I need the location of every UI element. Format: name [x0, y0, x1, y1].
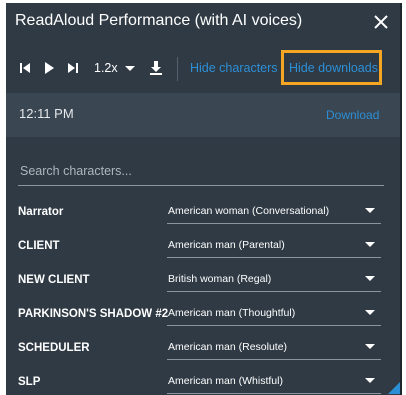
voice-select[interactable]: American woman (Conversational) — [167, 198, 381, 224]
close-icon[interactable] — [369, 10, 393, 34]
download-time: 12:11 PM — [19, 106, 74, 121]
chevron-down-icon — [365, 378, 375, 383]
play-icon[interactable] — [41, 60, 57, 76]
search-input[interactable] — [18, 158, 388, 184]
window-title: ReadAloud Performance (with AI voices) — [15, 12, 303, 29]
character-name: SLP — [18, 376, 41, 388]
chevron-down-icon — [365, 344, 375, 349]
voice-select[interactable]: American man (Parental) — [167, 232, 381, 258]
character-row: Narrator American woman (Conversational) — [6, 198, 400, 228]
character-name: PARKINSON'S SHADOW #2 — [18, 308, 169, 320]
skip-forward-icon[interactable] — [65, 60, 81, 76]
speed-select[interactable]: 1.2x — [94, 61, 118, 75]
character-name: CLIENT — [18, 240, 60, 252]
voice-select[interactable]: American man (Resolute) — [167, 334, 381, 360]
voice-select-value: American man (Resolute) — [168, 341, 288, 353]
chevron-down-icon — [365, 242, 375, 247]
character-row: NEW CLIENT British woman (Regal) — [6, 266, 400, 296]
skip-back-icon[interactable] — [17, 60, 33, 76]
voice-select-value: American woman (Conversational) — [168, 205, 330, 217]
download-row: 12:11 PM Download — [6, 93, 400, 137]
readaloud-panel: ReadAloud Performance (with AI voices) 1… — [6, 3, 402, 395]
voice-select[interactable]: American man (Thoughtful) — [167, 300, 381, 326]
toolbar-divider — [177, 57, 178, 81]
voice-select-value: American man (Parental) — [168, 239, 285, 251]
resize-handle[interactable] — [388, 380, 400, 394]
search-characters — [18, 158, 388, 186]
character-row: SCHEDULER American man (Resolute) — [6, 334, 400, 364]
chevron-down-icon — [365, 276, 375, 281]
player-toolbar: 1.2x Hide characters Hide downloads — [6, 47, 400, 91]
character-name: Narrator — [18, 206, 64, 218]
title-bar: ReadAloud Performance (with AI voices) — [6, 3, 400, 41]
hide-downloads-link[interactable]: Hide downloads — [289, 61, 378, 75]
download-icon[interactable] — [148, 60, 164, 76]
chevron-down-icon[interactable] — [125, 66, 135, 71]
character-row: CLIENT American man (Parental) — [6, 232, 400, 262]
chevron-down-icon — [365, 208, 375, 213]
character-row: PARKINSON'S SHADOW #2 American man (Thou… — [6, 300, 400, 330]
character-row: SLP American man (Whistful) — [6, 368, 400, 395]
voice-select-value: American man (Thoughtful) — [168, 307, 296, 319]
hide-characters-link[interactable]: Hide characters — [190, 61, 278, 75]
download-link[interactable]: Download — [326, 108, 379, 122]
voice-select[interactable]: American man (Whistful) — [167, 368, 381, 394]
character-name: SCHEDULER — [18, 342, 90, 354]
voice-select-value: American man (Whistful) — [168, 375, 283, 387]
voice-select-value: British woman (Regal) — [168, 273, 272, 285]
voice-select[interactable]: British woman (Regal) — [167, 266, 381, 292]
character-name: NEW CLIENT — [18, 274, 90, 286]
chevron-down-icon — [365, 310, 375, 315]
